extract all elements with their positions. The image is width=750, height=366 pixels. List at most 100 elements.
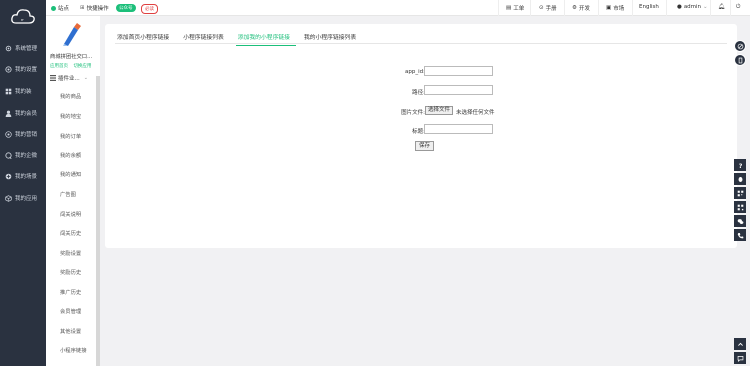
official-account-badge[interactable]: 公众号: [116, 4, 136, 12]
qrcode-button[interactable]: [734, 187, 746, 199]
app-id-label: app_id:: [405, 69, 425, 75]
sidebar-item-my-apps[interactable]: 我的应用: [0, 191, 46, 205]
sidebar-item-label: 我的装: [15, 89, 32, 95]
gear-icon: [5, 45, 12, 52]
logout-button[interactable]: ⏻: [736, 4, 740, 11]
content-card: 添加首页小程序链接 小程序链接列表 添加我的小程序链接 我的小程序链接列表 ap…: [105, 24, 737, 248]
settings-icon: [5, 65, 12, 73]
phone-icon: [738, 57, 742, 63]
plugin-group-toggle[interactable]: 插件业... ⌄: [50, 74, 88, 82]
divider: [666, 0, 667, 16]
question-icon: ?: [738, 162, 742, 168]
compass-icon: [737, 43, 743, 49]
bell-icon: 🔔︎: [718, 4, 725, 10]
language-switch[interactable]: English: [639, 4, 659, 10]
divider: [530, 0, 531, 16]
cloud-logo-icon[interactable]: rr: [10, 7, 36, 27]
ticket-icon: ▤: [506, 5, 512, 11]
app-name: 商城拼团社交口...: [50, 54, 93, 60]
qq-button[interactable]: [734, 173, 746, 185]
user-menu[interactable]: ● admin ⌄: [677, 4, 708, 10]
app-home-link[interactable]: 应用首页: [50, 64, 68, 69]
divider: [564, 0, 565, 16]
divider: [632, 0, 633, 16]
store-icon: ▣: [606, 5, 612, 11]
choose-file-button[interactable]: 选择文件: [425, 106, 454, 115]
subnav-item[interactable]: 闯关说明: [60, 210, 81, 218]
help-circle-icon: ⊙: [539, 5, 544, 11]
subnav-item[interactable]: 我的地宝: [60, 112, 81, 120]
sidebar-item-my-decor[interactable]: 我的装: [0, 84, 46, 98]
subnav-item[interactable]: 奖励设置: [60, 249, 81, 257]
manual-link[interactable]: ⊙ 手册: [539, 4, 557, 12]
subnav-item[interactable]: 闯关历史: [60, 229, 81, 237]
app-links: 应用首页 切换应用: [50, 63, 95, 69]
user-icon: ●: [677, 4, 682, 10]
site-link[interactable]: 站点: [51, 4, 69, 12]
ticket-link[interactable]: ▤ 工单: [506, 4, 524, 12]
mobile-preview-button[interactable]: [734, 54, 746, 66]
chevron-down-icon: ⌄: [83, 75, 88, 81]
wrench-icon: ⚙: [572, 5, 577, 11]
path-input[interactable]: [424, 85, 493, 95]
chat-icon: [5, 151, 12, 159]
file-status: 未选择任何文件: [456, 110, 495, 116]
sidebar-item-system[interactable]: 系统管理: [0, 41, 46, 55]
sidebar-item-my-settings[interactable]: 我的设置: [0, 62, 46, 76]
back-to-top-button[interactable]: [734, 338, 746, 350]
market-link[interactable]: ▣ 市场: [606, 4, 624, 12]
tab-divider: [115, 43, 727, 44]
divider: [710, 0, 711, 16]
quick-actions-link[interactable]: ⊞ 快捷操作: [80, 4, 109, 12]
wechat-icon: [737, 218, 743, 224]
notification-button[interactable]: 🔔︎: [718, 4, 725, 10]
path-label: 路径:: [412, 90, 425, 96]
save-button[interactable]: 保存: [415, 141, 435, 151]
sidebar-item-my-wecom[interactable]: 我的企微: [0, 148, 46, 162]
phone-call-icon: [737, 232, 743, 238]
list-icon: [50, 75, 56, 81]
switch-app-link[interactable]: 切换应用: [73, 64, 91, 69]
phone-contact-button[interactable]: [734, 229, 746, 241]
sidebar-item-my-members[interactable]: 我的会员: [0, 106, 46, 120]
qrcode-button-2[interactable]: [734, 201, 746, 213]
subnav-item[interactable]: 我的商品: [60, 92, 81, 100]
qrcode-icon: [737, 190, 743, 196]
sidebar-item-my-marketing[interactable]: 我的营销: [0, 127, 46, 141]
cube-icon: [5, 194, 12, 202]
feedback-button[interactable]: [734, 352, 746, 364]
title-label: 标题:: [412, 129, 425, 135]
subnav-item[interactable]: 广告图: [60, 190, 76, 198]
compass-button[interactable]: [734, 40, 746, 52]
must-read-badge[interactable]: 必读: [141, 4, 158, 14]
wechat-button[interactable]: [734, 215, 746, 227]
app-id-input[interactable]: [424, 66, 493, 76]
image-file-label: 图片文件:: [401, 110, 425, 116]
plugin-sidebar: 商城拼团社交口... 应用首页 切换应用 插件业... ⌄ 我的商品 我的地宝 …: [46, 16, 100, 366]
help-button[interactable]: ?: [734, 159, 746, 171]
title-input[interactable]: [424, 124, 493, 134]
quick-action-icon: ⊞: [80, 5, 85, 11]
subnav-item[interactable]: 我的余额: [60, 151, 81, 159]
app-logo-icon: [60, 22, 82, 46]
subnav-item[interactable]: 奖励历史: [60, 268, 81, 276]
sidebar-item-label: 我的会员: [15, 111, 38, 117]
user-icon: [5, 110, 12, 117]
subnav-item[interactable]: 我的订单: [60, 132, 81, 140]
develop-link[interactable]: ⚙ 开发: [572, 4, 590, 12]
sidebar-item-label: 我的营销: [15, 132, 38, 138]
sidebar-item-my-scenes[interactable]: 我的场景: [0, 169, 46, 183]
qrcode-icon: [737, 204, 743, 210]
subnav-item[interactable]: 小程序链接: [60, 346, 87, 354]
svg-text:?: ?: [738, 162, 742, 168]
sidebar-item-label: 我的应用: [15, 196, 38, 202]
scene-icon: [5, 173, 12, 180]
subnav-item[interactable]: 我的通知: [60, 170, 81, 178]
sidebar-scrollbar[interactable]: [96, 76, 100, 366]
power-icon: ⏻: [736, 4, 741, 10]
subnav-item[interactable]: 其他设置: [60, 327, 81, 335]
subnav-item[interactable]: 推广历史: [60, 288, 81, 296]
top-bar: 站点 ⊞ 快捷操作 公众号 必读 ▤ 工单 ⊙ 手册 ⚙ 开发 ▣ 市场 Eng…: [46, 0, 750, 16]
subnav-item[interactable]: 会员管理: [60, 307, 81, 315]
sidebar-item-label: 我的企微: [15, 153, 38, 159]
